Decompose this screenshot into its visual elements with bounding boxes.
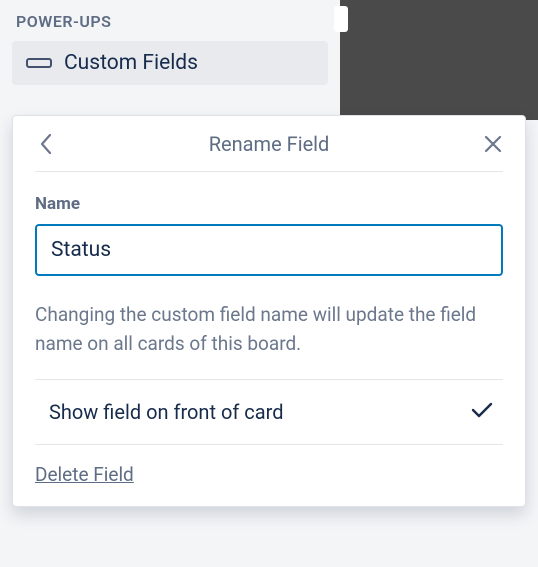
powerups-heading: POWER-UPS (12, 8, 328, 41)
delete-field-link[interactable]: Delete Field (35, 463, 134, 486)
show-on-front-toggle[interactable]: Show field on front of card (35, 380, 503, 445)
chevron-left-icon (39, 133, 52, 155)
name-label: Name (35, 194, 503, 214)
toggle-label: Show field on front of card (49, 400, 284, 424)
custom-fields-icon (26, 55, 52, 71)
background-panel (340, 0, 538, 120)
powerup-custom-fields[interactable]: Custom Fields (12, 41, 328, 85)
rename-field-popover: Rename Field Name Changing the custom fi… (12, 115, 526, 507)
popover-header: Rename Field (35, 116, 503, 172)
check-icon (471, 401, 493, 423)
popover-title: Rename Field (209, 132, 330, 156)
name-input[interactable] (35, 224, 503, 276)
powerup-label: Custom Fields (64, 51, 198, 75)
sidebar: POWER-UPS Custom Fields (0, 0, 340, 85)
close-button[interactable] (477, 128, 509, 160)
helper-text: Changing the custom field name will upda… (35, 300, 503, 380)
close-icon (483, 134, 503, 154)
back-button[interactable] (29, 128, 61, 160)
